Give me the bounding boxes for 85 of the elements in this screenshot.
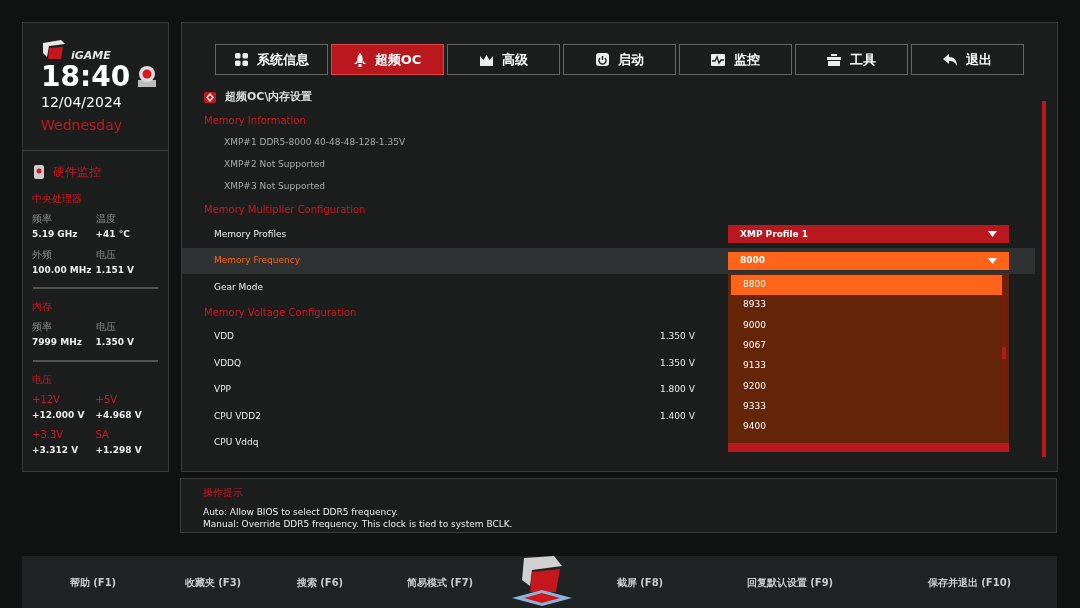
dropdown-option[interactable]: 9067 <box>731 335 995 356</box>
scrollbar[interactable] <box>1042 101 1046 457</box>
tab[interactable]: 退出 <box>911 44 1024 75</box>
setting-label[interactable]: Gear Mode <box>214 280 660 294</box>
stat-value: +12.000 V <box>32 408 86 422</box>
setting-reading: 1.350 V <box>660 356 696 370</box>
tab-icon <box>943 53 957 66</box>
stat-value: 1.151 V <box>95 263 136 277</box>
section-heading: Memory Multiplier Configuration <box>204 203 366 217</box>
stat-value: +41 °C <box>95 228 131 241</box>
setting-reading: 1.350 V <box>660 330 696 343</box>
tab-icon <box>234 53 248 66</box>
stat-label: 电压 <box>95 247 116 262</box>
dropdown[interactable]: XMP Profile 1 <box>728 225 1009 244</box>
help-text: Manual: Override DDR5 frequency. This clock is tied to system BCLK. <box>203 518 514 530</box>
stat-value: +1.298 V <box>95 444 143 457</box>
section-heading: Memory Information <box>204 114 306 128</box>
footer-key-button[interactable]: 收藏夹 (F3) <box>164 574 262 590</box>
dropdown-option[interactable]: 8933 <box>731 295 995 316</box>
dropdown-option[interactable]: 9333 <box>731 396 995 417</box>
setting-label[interactable]: CPU VDD2 <box>214 409 660 423</box>
dropdown-option[interactable]: 9133 <box>731 355 995 377</box>
stat-label: 电压 <box>95 320 116 334</box>
footer-key-button[interactable]: 回复默认设置 (F9) <box>698 574 882 590</box>
dropdown-option[interactable]: 9400 <box>731 416 995 438</box>
help-title: 操作提示 <box>203 486 244 500</box>
section-title: 内存 <box>32 300 53 314</box>
setting-label[interactable]: VPP <box>214 383 660 397</box>
section-heading: Memory Voltage Configuration <box>204 305 357 320</box>
stat-value: 5.19 GHz <box>32 228 79 241</box>
setting-label[interactable]: Memory Frequency <box>214 254 660 268</box>
date-text: 12/04/2024 <box>41 93 123 111</box>
monitor-title: 硬件监控 <box>53 164 101 181</box>
setting-reading: 1.400 V <box>660 409 696 423</box>
tab-icon <box>711 53 725 66</box>
dropdown-option[interactable]: 9000 <box>731 315 995 336</box>
help-text: Auto: Allow BIOS to select DDR5 frequency. <box>203 506 400 518</box>
dropdown-option[interactable]: 9200 <box>731 376 995 397</box>
tab[interactable]: 系统信息 <box>215 44 328 75</box>
stat-label: +5V <box>95 392 118 407</box>
info-text: XMP#2 Not Supported <box>224 158 325 172</box>
tab-icon <box>595 53 609 66</box>
tab-icon <box>827 53 841 66</box>
info-text: XMP#1 DDR5-8000 40-48-48-128-1.35V <box>224 136 406 150</box>
breadcrumb-text: 超频OC\内存设置 <box>225 88 313 105</box>
brand-logo-text: iGAME <box>71 50 111 61</box>
info-text: XMP#3 Not Supported <box>224 180 325 194</box>
weekday-text: Wednesday <box>41 116 124 135</box>
stat-label: SA <box>95 428 109 442</box>
stat-value: +4.968 V <box>95 408 143 422</box>
setting-label[interactable]: VDD <box>214 330 660 344</box>
stat-label: 温度 <box>95 212 116 226</box>
footer-key-button[interactable]: 搜索 (F6) <box>262 574 378 590</box>
footer-key-button[interactable]: 截屏 (F8) <box>582 574 698 590</box>
clock-time: 18:40 <box>41 61 131 93</box>
caret-icon <box>988 231 997 238</box>
stat-label: 频率 <box>32 320 52 334</box>
stat-value: 1.350 V <box>95 336 136 349</box>
setting-reading: 1.800 V <box>660 383 696 396</box>
breadcrumb-icon <box>204 91 216 103</box>
tab-icon <box>479 53 493 66</box>
footer-key-button[interactable]: 帮助 (F1) <box>22 574 164 590</box>
section-title: 中央处理器 <box>32 192 83 206</box>
tab-icon <box>353 52 366 67</box>
stat-value: 100.00 MHz <box>32 263 93 277</box>
tab[interactable]: 监控 <box>679 44 792 75</box>
stat-label: +3.3V <box>32 428 64 442</box>
tab[interactable]: 高级 <box>447 44 560 75</box>
stat-label: 外频 <box>32 247 52 262</box>
section-title: 电压 <box>32 372 53 387</box>
tab[interactable]: 工具 <box>795 44 908 75</box>
footer-key-button[interactable]: 保存并退出 (F10) <box>882 574 1057 590</box>
setting-label[interactable]: Memory Profiles <box>214 227 660 241</box>
stat-value: 7999 MHz <box>32 336 83 349</box>
caret-icon <box>988 257 997 264</box>
setting-label[interactable]: CPU Vddq <box>214 436 660 450</box>
tab[interactable]: 超频OC <box>331 44 444 75</box>
stat-label: +12V <box>32 392 60 407</box>
stat-value: +3.312 V <box>32 444 80 457</box>
footer-key-button[interactable]: 简易模式 (F7) <box>378 574 502 590</box>
chip-icon <box>33 164 45 180</box>
setting-label[interactable]: VDDQ <box>214 356 660 370</box>
tab[interactable]: 启动 <box>563 44 676 75</box>
stat-label: 频率 <box>32 212 52 226</box>
logo-icon <box>41 39 67 61</box>
